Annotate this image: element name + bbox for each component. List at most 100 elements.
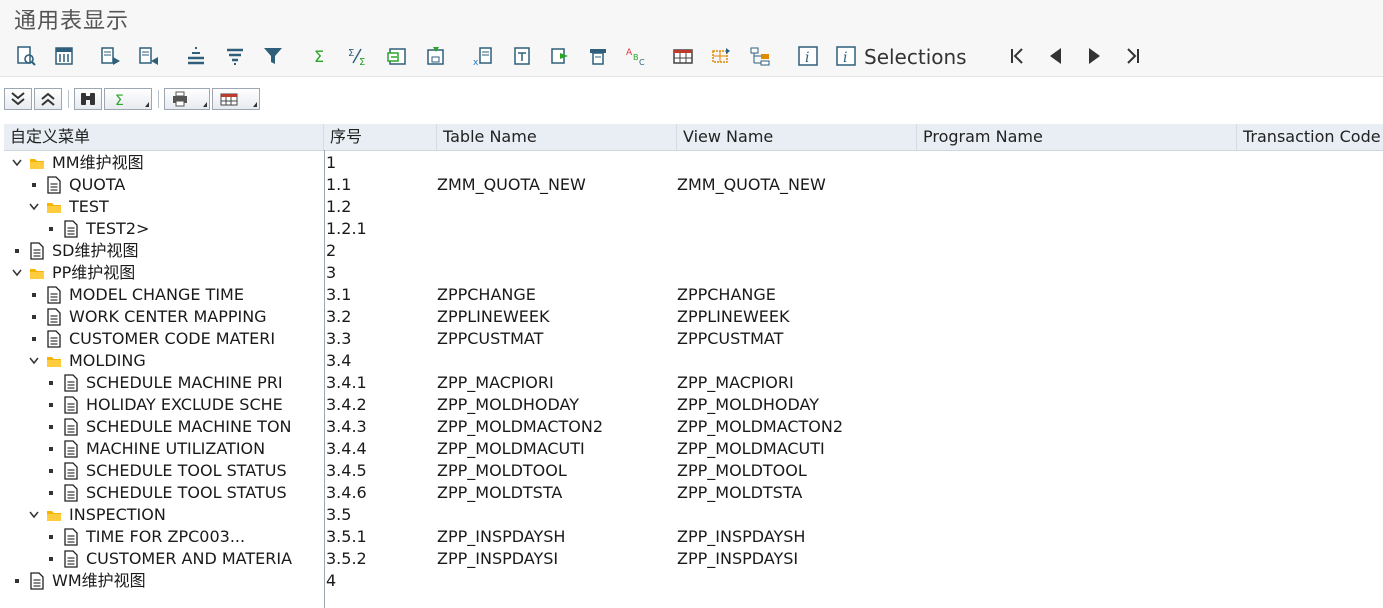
grid-change-icon[interactable] xyxy=(709,44,733,68)
tree-node[interactable]: MODEL CHANGE TIME xyxy=(29,284,244,306)
tree-node[interactable]: SD维护视图 xyxy=(12,240,138,262)
print-icon[interactable] xyxy=(586,44,610,68)
info-icon[interactable]: i xyxy=(796,44,820,68)
sum-icon[interactable]: Σ xyxy=(308,44,332,68)
sort-icon[interactable] xyxy=(223,44,247,68)
tree-node-label[interactable]: WM维护视图 xyxy=(52,570,146,592)
column-header-transaction-code[interactable]: Transaction Code xyxy=(1237,124,1383,150)
tree-node[interactable]: CUSTOMER CODE MATERI xyxy=(29,328,275,350)
tree-node[interactable]: TEST xyxy=(29,196,109,218)
layout-menu-button[interactable] xyxy=(212,88,260,110)
tree-node[interactable]: TIME FOR ZPC003... xyxy=(46,526,245,548)
filter-icon[interactable] xyxy=(261,44,285,68)
spellcheck-icon[interactable]: ABC xyxy=(624,44,648,68)
tree-node-label[interactable]: CUSTOMER AND MATERIA xyxy=(86,548,292,570)
print-menu-button[interactable] xyxy=(164,88,210,110)
send-icon[interactable] xyxy=(548,44,572,68)
tree-node[interactable]: CUSTOMER AND MATERIA xyxy=(46,548,292,570)
tree-row[interactable]: MODEL CHANGE TIME 3.1 ZPPCHANGE ZPPCHANGE xyxy=(4,284,1383,306)
tree-node-label[interactable]: SD维护视图 xyxy=(52,240,138,262)
find-button[interactable] xyxy=(74,88,102,110)
tree-node-label[interactable]: INSPECTION xyxy=(69,504,166,526)
execute-doc-icon[interactable] xyxy=(14,44,38,68)
prev-page-icon[interactable] xyxy=(1044,44,1068,68)
tree-row[interactable]: HOLIDAY EXCLUDE SCHE 3.4.2 ZPP_MOLDHODAY ZP… xyxy=(4,394,1383,416)
tree-node[interactable]: SCHEDULE MACHINE TON xyxy=(46,416,292,438)
tree-node[interactable]: SCHEDULE TOOL STATUS xyxy=(46,482,287,504)
tree-row[interactable]: SCHEDULE MACHINE TON 3.4.3 ZPP_MOLDMACTON2… xyxy=(4,416,1383,438)
chevron-down-icon[interactable] xyxy=(29,202,39,212)
tree-node-label[interactable]: HOLIDAY EXCLUDE SCHE xyxy=(86,394,283,416)
expand-all-button[interactable] xyxy=(4,88,32,110)
column-header-menu[interactable]: 自定义菜单 xyxy=(4,124,324,150)
tree-row[interactable]: MOLDING 3.4 xyxy=(4,350,1383,372)
tree-node-label[interactable]: MODEL CHANGE TIME xyxy=(69,284,244,306)
tree-node-label[interactable]: MM维护视图 xyxy=(52,152,144,174)
export-icon[interactable] xyxy=(385,44,409,68)
tree-node-label[interactable]: QUOTA xyxy=(69,174,125,196)
tree-row[interactable]: TIME FOR ZPC003... 3.5.1 ZPP_INSPDAYSH ZPP_… xyxy=(4,526,1383,548)
column-header-program-name[interactable]: Program Name xyxy=(917,124,1237,150)
tree-node[interactable]: SCHEDULE MACHINE PRI xyxy=(46,372,283,394)
tree-node[interactable]: WORK CENTER MAPPING xyxy=(29,306,267,328)
tree-node[interactable]: SCHEDULE TOOL STATUS xyxy=(46,460,287,482)
save-icon[interactable] xyxy=(423,44,447,68)
column-header-table-name[interactable]: Table Name xyxy=(437,124,677,150)
table-layout-icon[interactable] xyxy=(671,44,695,68)
tree-row[interactable]: WORK CENTER MAPPING 3.2 ZPPLINEWEEK ZPPLINE… xyxy=(4,306,1383,328)
tree-node-label[interactable]: SCHEDULE MACHINE TON xyxy=(86,416,292,438)
tree-node[interactable]: WM维护视图 xyxy=(12,570,146,592)
tree-row[interactable]: SCHEDULE TOOL STATUS 3.4.5 ZPP_MOLDTOOL ZPP… xyxy=(4,460,1383,482)
tree-node[interactable]: MOLDING xyxy=(29,350,146,372)
calculator-icon[interactable] xyxy=(52,44,76,68)
first-page-icon[interactable] xyxy=(1006,44,1030,68)
tree-node-label[interactable]: SCHEDULE TOOL STATUS xyxy=(86,460,287,482)
tree-row[interactable]: MACHINE UTILIZATION 3.4.4 ZPP_MOLDMACUTI ZP… xyxy=(4,438,1383,460)
sum-menu-button[interactable]: Σ xyxy=(104,88,152,110)
tree-row[interactable]: SCHEDULE MACHINE PRI 3.4.1 ZPP_MACPIORI ZPP… xyxy=(4,372,1383,394)
chevron-down-icon[interactable] xyxy=(29,356,39,366)
list-arrow-2-icon[interactable] xyxy=(136,44,160,68)
tree-node-label[interactable]: SCHEDULE MACHINE PRI xyxy=(86,372,283,394)
info-selections-icon[interactable]: i xyxy=(834,44,858,68)
column-header-view-name[interactable]: View Name xyxy=(677,124,917,150)
chevron-down-icon[interactable] xyxy=(29,510,39,520)
tree-row[interactable]: SD维护视图 2 xyxy=(4,240,1383,262)
excel-icon[interactable]: x xyxy=(471,44,495,68)
tree-row[interactable]: INSPECTION 3.5 xyxy=(4,504,1383,526)
tree-row[interactable]: MM维护视图 1 xyxy=(4,152,1383,174)
tree-node-label[interactable]: MOLDING xyxy=(69,350,146,372)
word-icon[interactable] xyxy=(510,44,534,68)
tree-node-label[interactable]: PP维护视图 xyxy=(52,262,135,284)
tree-node-label[interactable]: SCHEDULE TOOL STATUS xyxy=(86,482,287,504)
chevron-down-icon[interactable] xyxy=(12,268,22,278)
hierarchy-icon[interactable] xyxy=(748,44,772,68)
column-header-seq[interactable]: 序号 xyxy=(324,124,437,150)
tree-node-label[interactable]: TIME FOR ZPC003... xyxy=(86,526,245,548)
tree-node-label[interactable]: CUSTOMER CODE MATERI xyxy=(69,328,275,350)
list-arrow-icon[interactable] xyxy=(98,44,122,68)
tree-node[interactable]: MM维护视图 xyxy=(12,152,144,174)
tree-row[interactable]: CUSTOMER CODE MATERI 3.3 ZPPCUSTMAT ZPPCUST… xyxy=(4,328,1383,350)
tree-node[interactable]: INSPECTION xyxy=(29,504,166,526)
tree-node[interactable]: PP维护视图 xyxy=(12,262,135,284)
tree-row[interactable]: CUSTOMER AND MATERIA 3.5.2 ZPP_INSPDAYSI ZP… xyxy=(4,548,1383,570)
tree-row[interactable]: PP维护视图 3 xyxy=(4,262,1383,284)
last-page-icon[interactable] xyxy=(1120,44,1144,68)
tree-row[interactable]: WM维护视图 4 xyxy=(4,570,1383,592)
selections-button[interactable]: Selections xyxy=(864,45,967,69)
tree-row[interactable]: TEST 1.2 xyxy=(4,196,1383,218)
chevron-down-icon[interactable] xyxy=(12,158,22,168)
tree-row[interactable]: TEST2> 1.2.1 xyxy=(4,218,1383,240)
subtotal-icon[interactable]: ΣΣ xyxy=(346,44,370,68)
tree-node-label[interactable]: MACHINE UTILIZATION xyxy=(86,438,265,460)
tree-node-label[interactable]: TEST2> xyxy=(86,218,149,240)
tree-node[interactable]: MACHINE UTILIZATION xyxy=(46,438,265,460)
collapse-all-button[interactable] xyxy=(34,88,62,110)
tree-row[interactable]: SCHEDULE TOOL STATUS 3.4.6 ZPP_MOLDTSTA ZPP… xyxy=(4,482,1383,504)
next-page-icon[interactable] xyxy=(1082,44,1106,68)
tree-node-label[interactable]: TEST xyxy=(69,196,109,218)
align-center-icon[interactable] xyxy=(184,44,208,68)
tree-node[interactable]: TEST2> xyxy=(46,218,149,240)
tree-node[interactable]: QUOTA xyxy=(29,174,125,196)
